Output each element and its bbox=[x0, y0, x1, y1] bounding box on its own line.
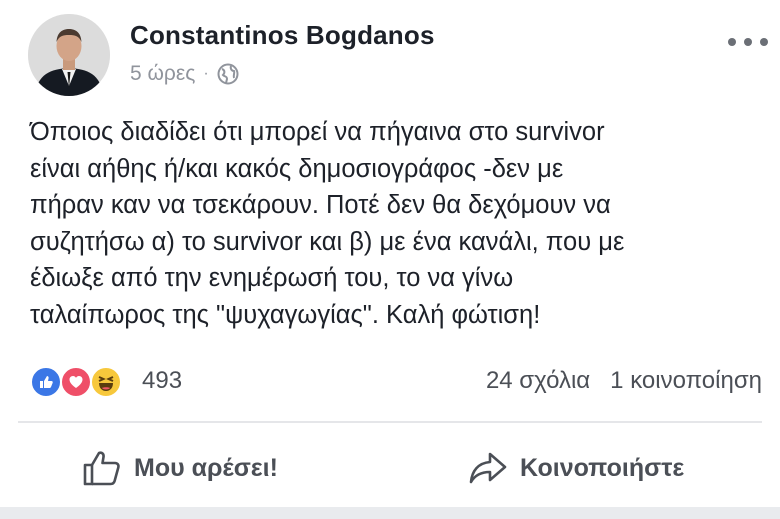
share-button[interactable]: Κοινοποιήστε bbox=[468, 443, 684, 493]
share-button-label: Κοινοποιήστε bbox=[520, 453, 685, 482]
facebook-post: Constantinos Bogdanos 5 ώρες · Όποιος δι… bbox=[0, 0, 780, 519]
post-text-line: είναι αήθης ή/και κακός δημοσιογράφος -δ… bbox=[30, 154, 564, 183]
meta-separator: · bbox=[203, 65, 209, 82]
post-meta: 5 ώρες · bbox=[130, 62, 239, 86]
share-arrow-icon bbox=[469, 452, 507, 484]
haha-reaction-icon bbox=[90, 366, 122, 398]
reaction-icons bbox=[30, 364, 130, 400]
love-reaction-icon bbox=[60, 366, 92, 398]
post-stats: 24 σχόλια 1 κοινοποίηση bbox=[486, 367, 762, 395]
reactions-summary[interactable]: 493 bbox=[30, 364, 182, 400]
like-reaction-icon bbox=[30, 366, 62, 398]
like-button-label: Μου αρέσει! bbox=[134, 453, 278, 482]
comments-count-link[interactable]: 24 σχόλια bbox=[486, 367, 590, 395]
globe-icon[interactable] bbox=[217, 63, 239, 85]
post-text-line: Όποιος διαδίδει ότι μπορεί να πήγαινα στ… bbox=[30, 118, 605, 146]
thumbs-up-icon bbox=[83, 451, 120, 486]
post-text-line: έδιωξε από την ενημέρωσή του, το να γίνω bbox=[30, 264, 514, 292]
post-text: Όποιος διαδίδει ότι μπορεί να πήγαινα στ… bbox=[30, 114, 760, 333]
author-name[interactable]: Constantinos Bogdanos bbox=[130, 20, 435, 51]
post-text-line: συζητήσω α) το survivor και β) με ένα κα… bbox=[30, 227, 625, 256]
post-timestamp[interactable]: 5 ώρες bbox=[130, 62, 195, 86]
profile-photo bbox=[28, 14, 110, 96]
shares-count-link[interactable]: 1 κοινοποίηση bbox=[610, 367, 762, 395]
like-button[interactable]: Μου αρέσει! bbox=[82, 443, 278, 493]
reaction-count: 493 bbox=[142, 367, 183, 394]
more-options-icon[interactable] bbox=[728, 34, 768, 50]
post-text-line: πήραν καν να τσεκάρουν. Ποτέ δεν θα δεχό… bbox=[30, 191, 611, 219]
divider bbox=[18, 421, 762, 423]
avatar[interactable] bbox=[28, 14, 110, 96]
feed-separator bbox=[0, 507, 780, 519]
post-text-line: ταλαίπωρος της "ψυχαγωγίας". Καλή φώτιση… bbox=[30, 300, 541, 329]
